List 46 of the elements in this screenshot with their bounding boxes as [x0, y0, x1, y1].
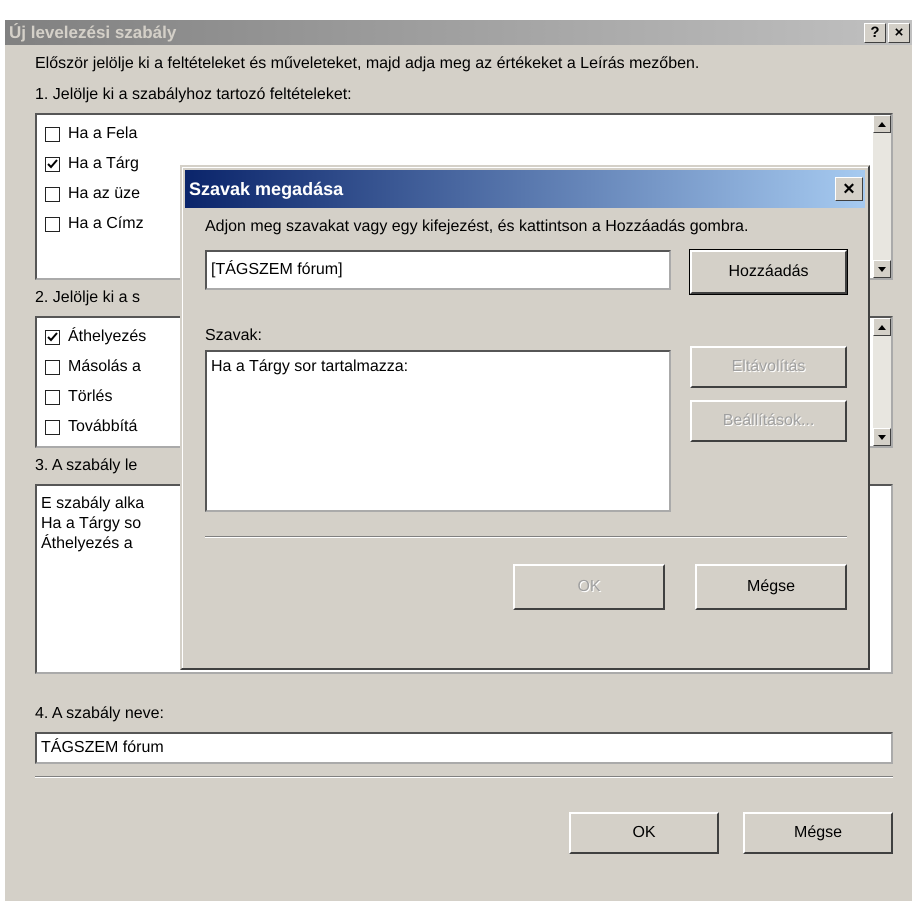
list-item-label[interactable]: Ha az üze: [68, 185, 140, 203]
list-item-label[interactable]: Másolás a: [68, 358, 141, 376]
instruction-text: Először jelölje ki a feltételeket és műveleteket, majd adja meg az értékeket a Leírás mezőben.: [35, 54, 700, 74]
checkbox[interactable]: [45, 420, 60, 434]
close-button[interactable]: ×: [888, 22, 910, 42]
checkbox[interactable]: [45, 360, 60, 374]
up-arrow-icon: [878, 122, 886, 126]
words-label: Szavak:: [205, 326, 263, 346]
help-button[interactable]: ?: [864, 22, 886, 42]
scrollbar[interactable]: [873, 115, 891, 278]
checkbox[interactable]: [45, 330, 60, 344]
cancel-button[interactable]: Mégse: [743, 812, 893, 854]
list-item-label[interactable]: Áthelyezés: [68, 328, 146, 346]
description-line: Áthelyezés a: [41, 534, 133, 554]
rule-name-field[interactable]: TÁGSZEM fórum: [35, 732, 893, 764]
ok-button[interactable]: OK: [569, 812, 719, 854]
list-item-label[interactable]: Törlés: [68, 388, 112, 406]
checkbox[interactable]: [45, 186, 60, 202]
checkbox[interactable]: [45, 390, 60, 404]
description-line: E szabály alka: [41, 494, 144, 514]
close-button[interactable]: ×: [835, 177, 863, 201]
up-arrow-icon: [878, 324, 886, 330]
add-button[interactable]: Hozzáadás: [690, 250, 847, 294]
list-item-label[interactable]: Ha a Címz: [68, 215, 144, 233]
checkbox[interactable]: [45, 156, 60, 172]
list-item-label[interactable]: Ha a Tárg: [68, 155, 139, 173]
section-label: 1. Jelölje ki a szabályhoz tartozó feltételeket:: [35, 85, 353, 105]
scrollbar[interactable]: [873, 318, 891, 446]
window-title: Szavak megadása: [189, 178, 344, 200]
section-label: 2. Jelölje ki a s: [35, 288, 141, 308]
instruction-text: Adjon meg szavakat vagy egy kifejezést, és kattintson a Hozzáadás gombra.: [205, 217, 750, 237]
description-line: Ha a Tárgy so: [41, 514, 142, 534]
words-input-field[interactable]: [TÁGSZEM fórum]: [205, 250, 671, 290]
list-item-label[interactable]: Továbbítá: [68, 418, 138, 436]
check-icon: [47, 332, 58, 342]
down-arrow-icon: [878, 266, 886, 272]
list-item-label[interactable]: Ha a Fela: [68, 125, 138, 143]
checkbox[interactable]: [45, 216, 60, 232]
words-list-item[interactable]: Ha a Tárgy sor tartalmazza:: [211, 358, 408, 376]
checkbox[interactable]: [45, 126, 60, 142]
section-label: 4. A szabály neve:: [35, 704, 165, 724]
check-icon: [47, 159, 58, 169]
section-label: 3. A szabály le: [35, 456, 138, 476]
window-title: Új levelezési szabály: [9, 22, 176, 42]
cancel-button[interactable]: Mégse: [695, 564, 847, 610]
down-arrow-icon: [878, 434, 886, 440]
